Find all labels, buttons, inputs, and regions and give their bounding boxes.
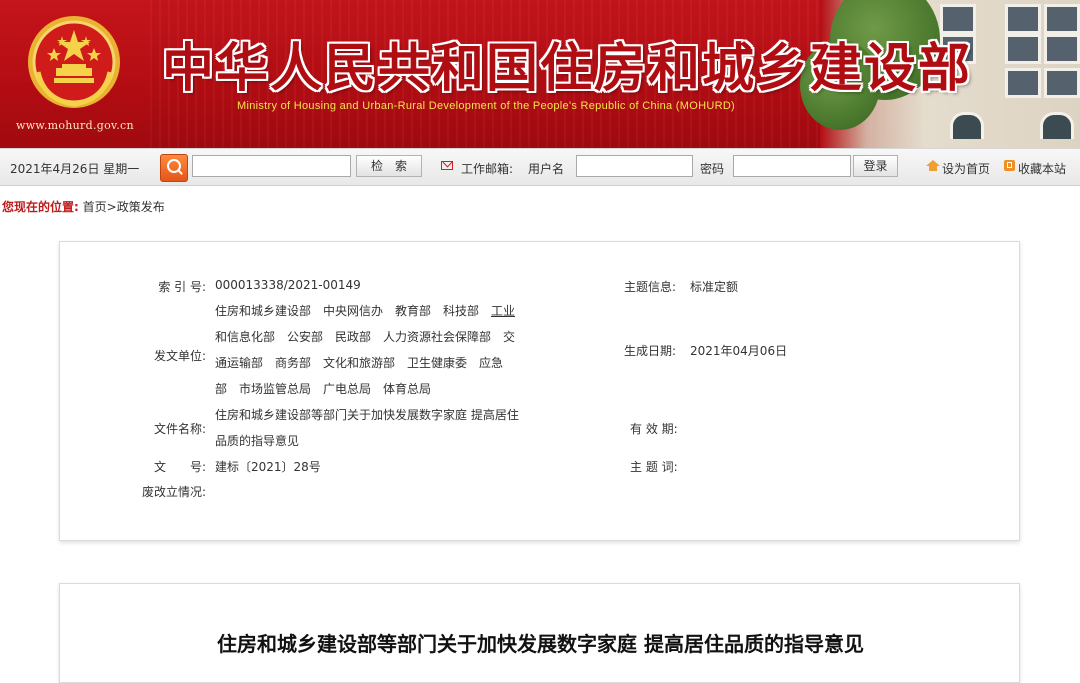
- set-home-link[interactable]: 设为首页: [942, 160, 990, 177]
- created-label: 生成日期:: [624, 344, 677, 358]
- search-icon-handle: [177, 169, 183, 175]
- created-value: 2021年04月06日: [690, 344, 788, 358]
- password-input[interactable]: [733, 155, 851, 177]
- issuer-line: 通运输部 商务部 文化和旅游部 卫生健康委 应急: [215, 356, 504, 370]
- document-info-box: 索 引 号: 000013338/2021-00149 主题信息: 标准定额 发…: [59, 241, 1020, 541]
- password-label: 密码: [700, 162, 725, 176]
- breadcrumb: 您现在的位置: 首页>政策发布: [2, 198, 165, 215]
- filename-line: 品质的指导意见: [215, 434, 300, 448]
- filename-value: 住房和城乡建设部等部门关于加快发展数字家庭 提高居住 品质的指导意见: [215, 402, 545, 454]
- building-window: [1044, 34, 1080, 64]
- building-window: [1044, 68, 1080, 98]
- status-label: 废改立情况:: [141, 485, 206, 499]
- username-label: 用户名: [528, 162, 565, 176]
- breadcrumb-label: 您现在的位置:: [2, 200, 79, 214]
- building-window: [1005, 34, 1041, 64]
- building-arch: [950, 112, 984, 139]
- site-title: 中华人民共和国住房和城乡建设部: [162, 39, 973, 99]
- national-emblem-icon: [28, 16, 120, 108]
- bookmark-link[interactable]: 收藏本站: [1018, 160, 1066, 177]
- filename-line: 住房和城乡建设部等部门关于加快发展数字家庭 提高居住: [215, 408, 519, 422]
- filename-label: 文件名称:: [153, 422, 206, 436]
- issuer-line: 部 市场监管总局 广电总局 体育总局: [215, 382, 432, 396]
- bookmark-icon: [1004, 160, 1015, 171]
- toolbar: 2021年4月26日 星期一 检 索 工作邮箱: 用户名 密码 登录 设为首页 …: [0, 148, 1080, 186]
- current-date: 2021年4月26日 星期一: [10, 162, 140, 176]
- search-button[interactable]: 检 索: [356, 155, 422, 177]
- topic-value: 标准定额: [690, 280, 739, 294]
- mail-icon: [441, 161, 453, 170]
- article-container: 住房和城乡建设部等部门关于加快发展数字家庭 提高居住品质的指导意见: [59, 583, 1020, 683]
- username-input[interactable]: [576, 155, 693, 177]
- mail-label: 工作邮箱:: [461, 162, 514, 176]
- keywords-label: 主 题 词:: [630, 460, 678, 474]
- site-subtitle: Ministry of Housing and Urban-Rural Deve…: [237, 100, 736, 112]
- site-url: www.mohurd.gov.cn: [16, 119, 134, 132]
- search-input[interactable]: [192, 155, 351, 177]
- article-title: 住房和城乡建设部等部门关于加快发展数字家庭 提高居住品质的指导意见: [217, 632, 864, 656]
- index-label: 索 引 号:: [158, 280, 206, 294]
- index-value: 000013338/2021-00149: [215, 278, 361, 292]
- login-button[interactable]: 登录: [853, 155, 898, 177]
- issuer-link[interactable]: 工业: [491, 304, 515, 318]
- validity-label: 有 效 期:: [630, 422, 678, 436]
- topic-label: 主题信息:: [624, 280, 677, 294]
- building-window: [1044, 4, 1080, 34]
- site-banner: www.mohurd.gov.cn 中华人民共和国住房和城乡建设部 Minist…: [0, 0, 1080, 148]
- issuer-line: 和信息化部 公安部 民政部 人力资源社会保障部 交: [215, 330, 516, 344]
- issuer-line: 住房和城乡建设部 中央网信办 教育部 科技部 工业: [215, 298, 545, 324]
- breadcrumb-path[interactable]: 首页>政策发布: [83, 200, 165, 214]
- building-window: [1005, 68, 1041, 98]
- building-arch: [1040, 112, 1074, 139]
- issuer-text: 住房和城乡建设部 中央网信办 教育部 科技部: [215, 304, 492, 318]
- home-icon: [926, 160, 940, 171]
- issuer-list: 住房和城乡建设部 中央网信办 教育部 科技部 工业 和信息化部 公安部 民政部 …: [215, 298, 545, 402]
- search-icon[interactable]: [160, 154, 188, 182]
- docno-label: 文 号:: [153, 460, 206, 474]
- building-window: [1005, 4, 1041, 34]
- issuer-label: 发文单位:: [153, 349, 206, 363]
- docno-value: 建标〔2021〕28号: [215, 460, 321, 474]
